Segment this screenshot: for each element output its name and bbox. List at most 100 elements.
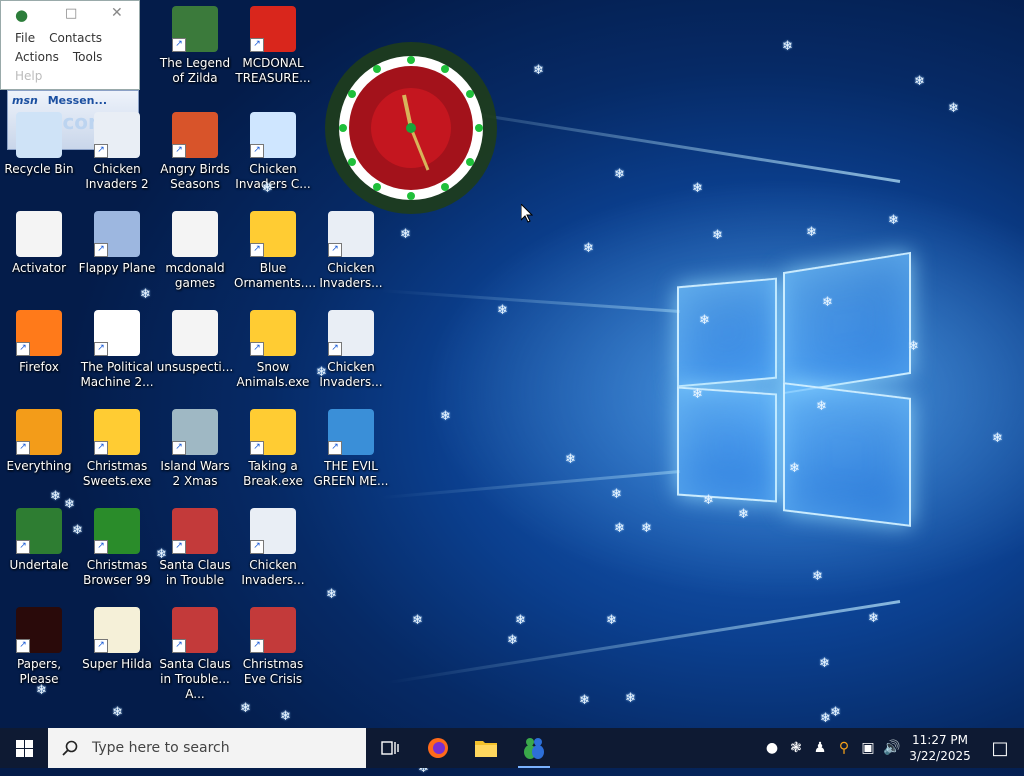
menu-item[interactable]: Tools: [73, 50, 103, 64]
desktop-icon[interactable]: ↗ Chicken Invaders...: [312, 211, 390, 291]
desktop-icon[interactable]: ↗ Super Hilda: [78, 607, 156, 672]
snowflake-icon: ❄: [326, 587, 337, 602]
desktop-icon[interactable]: ↗ Chicken Invaders...: [234, 508, 312, 588]
water-drop-icon[interactable]: ●: [760, 740, 784, 756]
clock-time: 11:27 PM: [912, 733, 968, 747]
snowflake-icon: ❄: [583, 241, 594, 256]
desktop-icon[interactable]: Activator: [0, 211, 78, 276]
search-tray-icon[interactable]: ⚲: [832, 740, 856, 756]
desktop-icon[interactable]: ↗ Island Wars 2 Xmas: [156, 409, 234, 489]
task-view-button[interactable]: [366, 728, 414, 768]
desktop-icon[interactable]: Recycle Bin: [0, 112, 78, 177]
snowflake-icon: ❄: [262, 181, 273, 196]
start-button[interactable]: [0, 728, 48, 768]
desktop-icon-label: Angry Birds Seasons: [160, 162, 230, 191]
christmas-tree-icon: ↗: [94, 508, 140, 554]
window-titlebar[interactable]: ● □ ✕: [1, 1, 139, 29]
santa-icon: ↗: [172, 508, 218, 554]
desktop-icon[interactable]: ↗ Christmas Eve Crisis: [234, 607, 312, 687]
desktop-icon-label: Christmas Sweets.exe: [82, 459, 152, 488]
close-button[interactable]: ✕: [111, 5, 123, 21]
menu-item[interactable]: Contacts: [49, 31, 102, 45]
snowflake-tray-icon[interactable]: ❃: [784, 740, 808, 756]
angry-birds-icon: ↗: [172, 112, 218, 158]
desktop-icon[interactable]: ↗ Santa Claus in Trouble: [156, 508, 234, 588]
taskbar-messenger[interactable]: [510, 728, 558, 768]
desktop-icon-label: Santa Claus in Trouble: [159, 558, 231, 587]
snowflake-icon: ❄: [614, 167, 625, 182]
messenger-window[interactable]: ● □ ✕ File Contacts Actions Tools Help: [0, 0, 140, 90]
taskbar-clock[interactable]: 11:27 PM 3/22/2025: [904, 732, 976, 764]
snowflake-icon: ❄: [914, 74, 925, 89]
desktop-icon-label: Snow Animals.exe: [236, 360, 310, 389]
shortcut-arrow-icon: ↗: [250, 243, 264, 257]
snowman-icon: ↗: [250, 112, 296, 158]
desktop-icon[interactable]: ↗ THE EVIL GREEN ME...: [312, 409, 390, 489]
desktop-icon[interactable]: ↗ The Legend of Zilda: [156, 6, 234, 86]
menu-item[interactable]: File: [15, 31, 35, 45]
desktop-icon[interactable]: ↗ Firefox: [0, 310, 78, 375]
notification-center-icon[interactable]: □: [976, 738, 1024, 759]
snowflake-icon: ❄: [140, 287, 151, 302]
people-tray-icon[interactable]: ♟: [808, 740, 832, 756]
desktop-icon[interactable]: mcdonald games: [156, 211, 234, 291]
snowflake-icon: ❄: [738, 507, 749, 522]
snowflake-icon: ❄: [400, 227, 411, 242]
desktop-icon-label: Firefox: [19, 360, 59, 374]
chicken-invaders-icon: ↗: [328, 310, 374, 356]
desktop-icon[interactable]: ↗ Snow Animals.exe: [234, 310, 312, 390]
desktop-icon[interactable]: ↗ Chicken Invaders 2: [78, 112, 156, 192]
maximize-button[interactable]: □: [65, 6, 77, 21]
everything-search-icon: ↗: [16, 409, 62, 455]
shortcut-arrow-icon: ↗: [94, 441, 108, 455]
taskbar: Type here to search ● ❃ ♟ ⚲ ▣ 🔊 11:27 PM: [0, 728, 1024, 768]
desktop-icon[interactable]: ↗ Undertale: [0, 508, 78, 573]
network-icon[interactable]: ▣: [856, 740, 880, 756]
file-icon: [16, 211, 62, 257]
desktop-icon[interactable]: ↗ Chicken Invaders C...: [234, 112, 312, 192]
file-icon: [172, 211, 218, 257]
desktop-icon-label: Activator: [11, 261, 67, 275]
desktop-icon-label: unsuspecti...: [156, 360, 234, 374]
desktop-icon[interactable]: ↗ The Political Machine 2...: [78, 310, 156, 390]
menu-item[interactable]: Actions: [15, 50, 59, 64]
taskbar-firefox[interactable]: [414, 728, 462, 768]
file-icon: [172, 310, 218, 356]
snowflake-icon: ❄: [830, 705, 841, 720]
desktop-icon[interactable]: ↗ Taking a Break.exe: [234, 409, 312, 489]
msn-logo: msn: [12, 94, 38, 107]
search-box[interactable]: Type here to search: [48, 728, 366, 768]
snowflake-icon: ❄: [565, 452, 576, 467]
snowflake-icon: ❄: [789, 461, 800, 476]
chicken-invaders-icon: ↗: [328, 211, 374, 257]
desktop-icon[interactable]: ↗ Blue Ornaments....: [234, 211, 317, 291]
mcdonalds-icon: ↗: [250, 6, 296, 52]
snowflake-icon: ❄: [156, 547, 167, 562]
desktop-icon[interactable]: ↗ Papers, Please: [0, 607, 78, 687]
snowflake-icon: ❄: [240, 701, 251, 716]
desktop-icon[interactable]: ↗ MCDONAL TREASURE...: [234, 6, 312, 86]
desktop-icon-label: mcdonald games: [165, 261, 225, 290]
shortcut-arrow-icon: ↗: [94, 144, 108, 158]
desktop-icon[interactable]: unsuspecti...: [156, 310, 234, 375]
taskbar-file-explorer[interactable]: [462, 728, 510, 768]
snowflake-icon: ❄: [692, 387, 703, 402]
snowflake-icon: ❄: [868, 611, 879, 626]
desktop-icon[interactable]: ↗ Christmas Sweets.exe: [78, 409, 156, 489]
desktop-icon[interactable]: ↗ Angry Birds Seasons: [156, 112, 234, 192]
desktop-icon[interactable]: ↗ Santa Claus in Trouble... A...: [156, 607, 234, 702]
desktop-icon[interactable]: ↗ Christmas Browser 99: [78, 508, 156, 588]
task-view-icon: [381, 741, 399, 755]
snowflake-icon: ❄: [816, 399, 827, 414]
papers-please-icon: ↗: [16, 607, 62, 653]
firefox-icon: ↗: [16, 310, 62, 356]
desktop-icon-label: Blue Ornaments....: [234, 261, 317, 290]
menu-item[interactable]: Help: [15, 69, 42, 83]
shortcut-arrow-icon: ↗: [250, 540, 264, 554]
volume-icon[interactable]: 🔊: [880, 740, 904, 756]
desktop-icon[interactable]: ↗ Everything: [0, 409, 78, 474]
desktop-icon-label: The Political Machine 2...: [80, 360, 154, 389]
shortcut-arrow-icon: ↗: [16, 639, 30, 653]
desktop-icon[interactable]: ↗ Flappy Plane: [78, 211, 156, 276]
christmas-clock-gadget[interactable]: [318, 40, 518, 220]
